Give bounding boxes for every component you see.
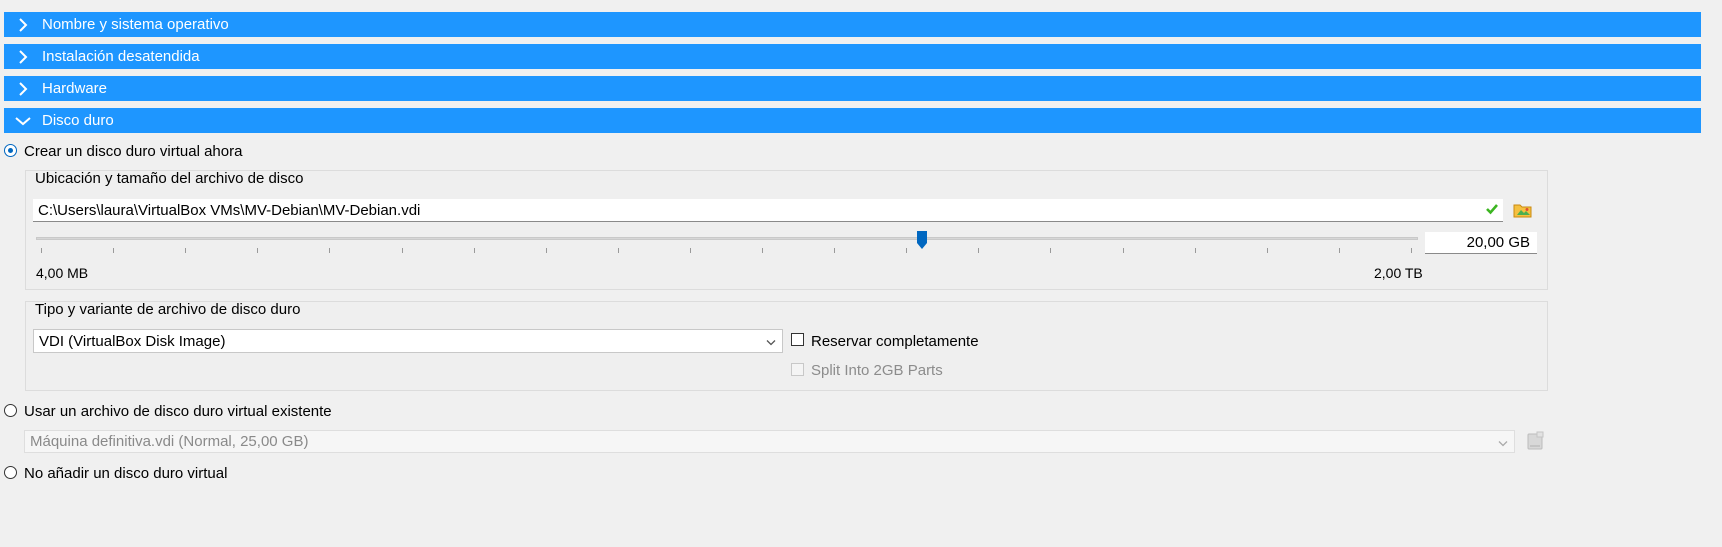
existing-disk-value: Máquina definitiva.vdi (Normal, 25,00 GB… [30, 433, 309, 450]
split-checkbox[interactable] [791, 363, 804, 376]
slider-tick [545, 248, 547, 253]
radio-no-disk[interactable] [4, 466, 17, 479]
section-hardware[interactable]: Hardware [4, 76, 1701, 101]
chevron-right-icon [4, 44, 42, 69]
folder-icon[interactable] [1513, 200, 1533, 224]
reserve-checkbox[interactable] [791, 333, 804, 346]
section-nombre-so[interactable]: Nombre y sistema operativo [4, 12, 1701, 37]
radio-use-existing[interactable] [4, 404, 17, 417]
chevron-down-icon [4, 108, 42, 133]
slider-tick [185, 248, 187, 253]
existing-disk-select[interactable]: Máquina definitiva.vdi (Normal, 25,00 GB… [24, 430, 1515, 453]
slider-tick [1194, 248, 1196, 253]
section-instalacion-desatendida[interactable]: Instalación desatendida [4, 44, 1701, 69]
section-label: Disco duro [42, 112, 114, 129]
disk-size-value: 20,00 GB [1466, 234, 1530, 251]
slider-tick [978, 248, 980, 253]
slider-tick [1122, 248, 1124, 253]
section-label: Instalación desatendida [42, 48, 200, 65]
radio-create-new[interactable] [4, 144, 17, 157]
location-group-title: Ubicación y tamaño del archivo de disco [35, 170, 304, 187]
slider-tick [1338, 248, 1340, 253]
disk-size-slider-track[interactable] [36, 237, 1418, 240]
slider-tick [762, 248, 764, 253]
disk-icon[interactable] [1525, 431, 1545, 455]
slider-max-label: 2,00 TB [1374, 265, 1423, 281]
slider-tick [329, 248, 331, 253]
disk-path-value: C:\Users\laura\VirtualBox VMs\MV-Debian\… [38, 201, 421, 219]
slider-tick [617, 248, 619, 253]
slider-tick [1266, 248, 1268, 253]
slider-tick [113, 248, 115, 253]
slider-min-label: 4,00 MB [36, 265, 89, 281]
check-icon [1485, 202, 1499, 220]
chevron-right-icon [4, 12, 42, 37]
slider-tick [1411, 248, 1412, 253]
disk-size-slider-thumb[interactable] [916, 230, 928, 254]
radio-use-existing-label: Usar un archivo de disco duro virtual ex… [24, 403, 332, 420]
slider-tick [689, 248, 691, 253]
slider-tick [1050, 248, 1052, 253]
slider-tick [834, 248, 836, 253]
slider-tick [257, 248, 259, 253]
slider-tick [41, 248, 42, 253]
disk-path-input[interactable]: C:\Users\laura\VirtualBox VMs\MV-Debian\… [33, 199, 1503, 222]
section-label: Hardware [42, 80, 108, 97]
slider-tick [906, 248, 908, 253]
chevron-right-icon [4, 76, 42, 101]
section-label: Nombre y sistema operativo [42, 16, 229, 33]
radio-create-new-label: Crear un disco duro virtual ahora [24, 143, 243, 160]
location-group [25, 170, 1548, 290]
section-disco-duro[interactable]: Disco duro [4, 108, 1701, 133]
disk-type-value: VDI (VirtualBox Disk Image) [39, 332, 226, 350]
disk-size-input[interactable]: 20,00 GB [1425, 232, 1537, 254]
reserve-checkbox-label: Reservar completamente [811, 333, 979, 350]
disk-type-select[interactable]: VDI (VirtualBox Disk Image) [33, 329, 783, 353]
slider-tick [473, 248, 475, 253]
disk-type-group-title: Tipo y variante de archivo de disco duro [35, 301, 301, 318]
slider-tick [401, 248, 403, 253]
chevron-down-icon [1498, 433, 1508, 450]
chevron-down-icon [766, 333, 776, 350]
split-checkbox-label: Split Into 2GB Parts [811, 362, 943, 379]
radio-no-disk-label: No añadir un disco duro virtual [24, 465, 228, 482]
